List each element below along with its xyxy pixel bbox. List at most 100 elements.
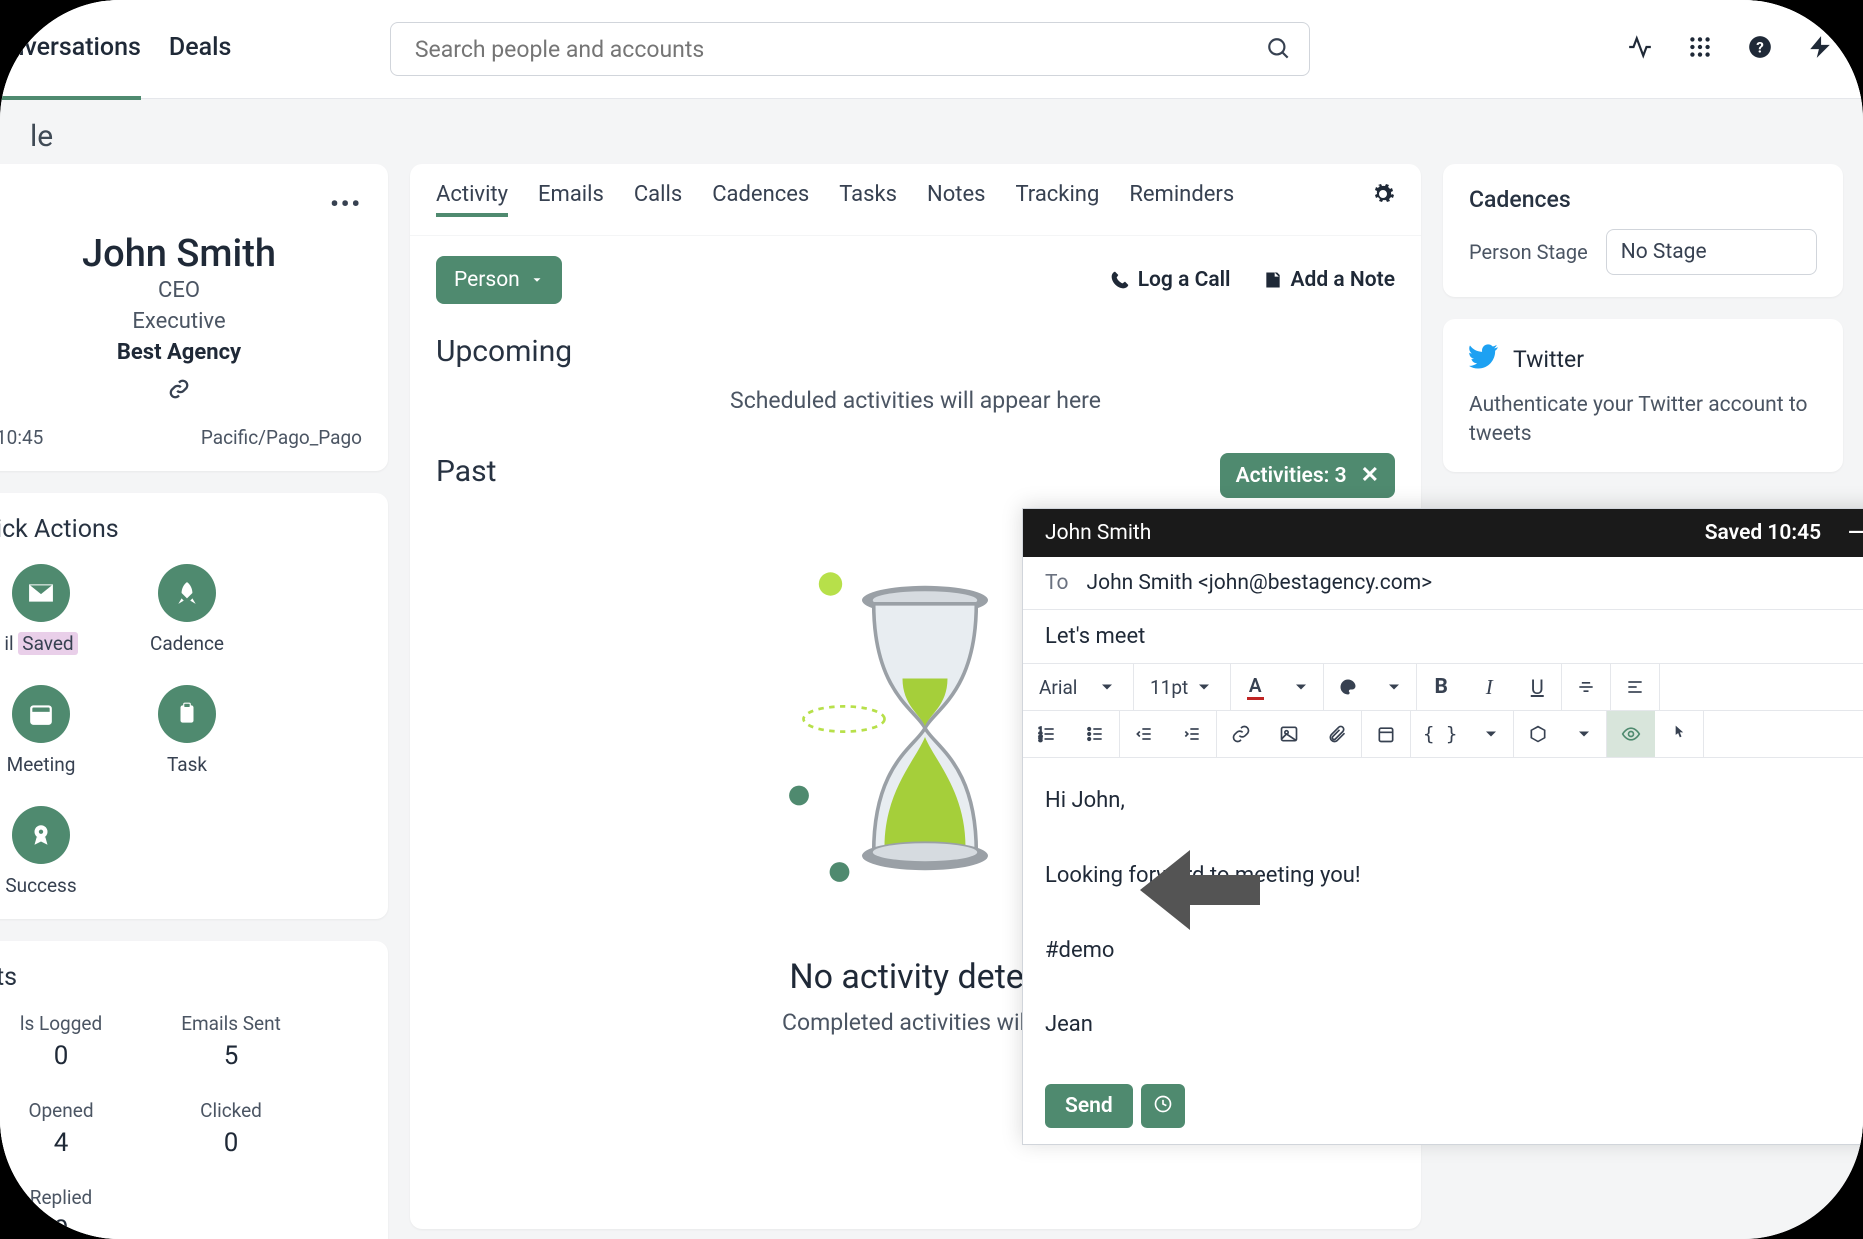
tab-tasks[interactable]: Tasks <box>839 182 897 217</box>
italic-button[interactable]: I <box>1465 664 1513 710</box>
qa-success[interactable]: Success <box>0 806 86 897</box>
gear-icon[interactable] <box>1371 182 1395 217</box>
stage-select[interactable]: No Stage <box>1606 229 1817 275</box>
overflow-icon[interactable]: ••• <box>0 186 362 232</box>
qa-task[interactable]: Task <box>142 685 232 776</box>
qa-cadence[interactable]: Cadence <box>142 564 232 655</box>
calendar-icon <box>12 685 70 743</box>
snippet-button[interactable] <box>1514 711 1562 757</box>
tab-notes[interactable]: Notes <box>927 182 985 217</box>
snippet-dropdown[interactable] <box>1562 711 1606 757</box>
schedule-send-button[interactable] <box>1141 1084 1185 1128</box>
insert-toolbar: 123 { } <box>1023 711 1863 758</box>
send-button[interactable]: Send <box>1045 1084 1133 1128</box>
outdent-button[interactable] <box>1120 711 1168 757</box>
cadences-heading: Cadences <box>1469 186 1817 213</box>
body-signature: Jean <box>1045 1006 1863 1043</box>
stat-replied: Replied0 <box>0 1186 126 1239</box>
twitter-panel: Twitter Authenticate your Twitter accoun… <box>1443 319 1843 472</box>
tab-reminders[interactable]: Reminders <box>1129 182 1234 217</box>
pointer-button[interactable] <box>1655 711 1703 757</box>
nav-deals[interactable]: Deals <box>169 0 231 100</box>
tab-cadences[interactable]: Cadences <box>712 182 809 217</box>
upcoming-heading: Upcoming <box>436 334 1395 369</box>
search-input[interactable] <box>390 22 1310 76</box>
align-button[interactable] <box>1611 664 1659 710</box>
preview-button[interactable] <box>1607 711 1655 757</box>
palette-dropdown[interactable] <box>1372 664 1416 710</box>
stage-label: Person Stage <box>1469 240 1588 264</box>
medal-icon <box>12 806 70 864</box>
compose-body[interactable]: Hi John, Looking forward to meeting you!… <box>1023 758 1863 1068</box>
palette-button[interactable] <box>1324 664 1372 710</box>
minimize-icon[interactable]: — <box>1847 526 1863 540</box>
person-time: 10:45 <box>0 426 43 449</box>
chevron-down-icon <box>1097 677 1117 697</box>
person-filter-button[interactable]: Person <box>436 256 562 304</box>
ordered-list-button[interactable]: 123 <box>1023 711 1071 757</box>
quick-actions-heading: ick Actions <box>0 515 362 544</box>
compose-header[interactable]: John Smith Saved 10:45 — <box>1023 509 1863 557</box>
tab-activity[interactable]: Activity <box>436 182 508 217</box>
svg-text:3: 3 <box>1039 736 1043 744</box>
stat-clicked: Clicked0 <box>166 1099 296 1158</box>
chevron-down-icon <box>530 273 544 287</box>
phone-icon <box>1110 270 1130 290</box>
chevron-down-icon <box>1194 677 1214 697</box>
subject-field[interactable]: Let's meet <box>1023 610 1863 664</box>
apps-icon[interactable] <box>1687 34 1713 64</box>
qa-task-label: Task <box>142 753 232 776</box>
person-company[interactable]: Best Agency <box>117 340 241 365</box>
link-button[interactable] <box>1217 711 1265 757</box>
bullet-list-icon <box>1085 724 1105 744</box>
strikethrough-button[interactable] <box>1562 664 1610 710</box>
strike-icon <box>1576 677 1596 697</box>
qa-meeting[interactable]: Meeting <box>0 685 86 776</box>
size-select[interactable]: 11pt <box>1134 664 1230 710</box>
clipboard-icon <box>158 685 216 743</box>
link-icon[interactable] <box>0 378 362 404</box>
help-icon[interactable]: ? <box>1747 34 1773 64</box>
activity-icon[interactable] <box>1627 34 1653 64</box>
bolt-icon[interactable] <box>1807 34 1833 64</box>
link-icon <box>1231 724 1251 744</box>
bold-button[interactable]: B <box>1417 664 1465 710</box>
tab-calls[interactable]: Calls <box>634 182 682 217</box>
image-button[interactable] <box>1265 711 1313 757</box>
qa-success-label: Success <box>0 874 86 897</box>
stat-calls: ls Logged0 <box>0 1012 126 1071</box>
activities-chip[interactable]: Activities: 3 ✕ <box>1220 453 1395 498</box>
top-nav: Conversations Deals ? <box>0 0 1863 99</box>
note-icon <box>1263 270 1283 290</box>
close-icon[interactable]: ✕ <box>1361 463 1379 488</box>
underline-button[interactable]: U <box>1513 664 1561 710</box>
calendar-button[interactable] <box>1362 711 1410 757</box>
search-icon[interactable] <box>1266 36 1292 66</box>
paperclip-icon <box>1327 724 1347 744</box>
ordered-list-icon: 123 <box>1037 724 1057 744</box>
svg-text:?: ? <box>1756 38 1764 56</box>
cube-icon <box>1528 724 1548 744</box>
variable-button[interactable]: { } <box>1411 711 1469 757</box>
variable-dropdown[interactable] <box>1469 711 1513 757</box>
tabs: Activity Emails Calls Cadences Tasks Not… <box>410 180 1421 236</box>
tab-tracking[interactable]: Tracking <box>1015 182 1099 217</box>
tab-emails[interactable]: Emails <box>538 182 604 217</box>
font-select[interactable]: Arial <box>1023 664 1133 710</box>
person-title: CEO <box>0 276 362 307</box>
indent-button[interactable] <box>1168 711 1216 757</box>
text-color-dropdown[interactable] <box>1279 664 1323 710</box>
cadences-panel: Cadences Person Stage No Stage <box>1443 164 1843 297</box>
bullet-list-button[interactable] <box>1071 711 1119 757</box>
log-call-button[interactable]: Log a Call <box>1110 268 1231 292</box>
to-field[interactable]: John Smith <john@bestagency.com> <box>1087 571 1433 595</box>
person-name: John Smith <box>0 232 362 276</box>
qa-cadence-label: Cadence <box>142 632 232 655</box>
attachment-button[interactable] <box>1313 711 1361 757</box>
add-note-button[interactable]: Add a Note <box>1263 268 1395 292</box>
qa-email[interactable]: il Saved <box>0 564 86 655</box>
nav-conversations[interactable]: Conversations <box>0 0 141 100</box>
text-color-button[interactable]: A <box>1231 664 1279 710</box>
twitter-heading: Twitter <box>1513 346 1584 373</box>
saved-badge: Saved <box>18 632 77 655</box>
